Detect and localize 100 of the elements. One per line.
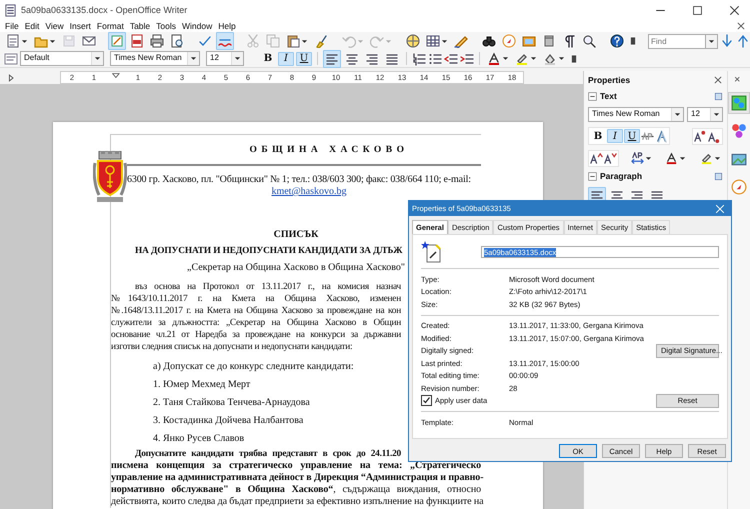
find-previous-icon[interactable] xyxy=(736,34,750,48)
save-icon xyxy=(62,34,76,48)
list-heading: а) Допускат се до конкурс следните кандидати: xyxy=(153,360,354,374)
bullet-list-icon[interactable] xyxy=(428,52,442,66)
caret-icon xyxy=(714,156,721,161)
styles-icon[interactable] xyxy=(4,52,18,66)
gallery-icon xyxy=(522,34,536,48)
shrink-font-icon[interactable] xyxy=(604,152,617,165)
caret-icon xyxy=(301,38,308,44)
edit-mode-button[interactable] xyxy=(108,32,126,50)
properties-icon xyxy=(731,95,747,111)
font-name-dropdown[interactable]: Times New Roman xyxy=(588,107,684,122)
section-title[interactable]: Text xyxy=(600,91,617,101)
menu-item[interactable]: Window xyxy=(179,21,216,31)
toolbar-grip-icon[interactable] xyxy=(628,36,638,46)
strikethrough-icon[interactable] xyxy=(641,130,654,142)
cut-icon xyxy=(246,34,260,48)
align-left-icon xyxy=(325,52,339,66)
auto-spellcheck-button[interactable] xyxy=(216,32,234,50)
styles-icon xyxy=(731,123,747,139)
text-style-button[interactable]: B xyxy=(590,129,606,143)
list-item: 2. Таня Стайкова Тенчева-Арнаудова xyxy=(153,396,310,410)
align-right-icon xyxy=(365,52,379,66)
globe-button[interactable] xyxy=(404,32,422,50)
list-item: 3. Костадинка Дойчева Налбантова xyxy=(153,414,304,428)
globe-icon xyxy=(406,34,420,48)
text-style-button[interactable]: I xyxy=(607,129,623,143)
caret-icon xyxy=(674,112,681,117)
grow-font-icon[interactable] xyxy=(590,152,603,165)
maximize-icon[interactable] xyxy=(692,4,703,16)
text-style-button[interactable]: I xyxy=(278,52,294,66)
caret-icon xyxy=(385,38,392,44)
increase-indent-icon[interactable] xyxy=(460,52,474,66)
caret-icon xyxy=(502,56,509,61)
checkbox[interactable] xyxy=(421,395,432,406)
more-options-icon[interactable] xyxy=(714,92,723,100)
redo-icon xyxy=(370,34,384,48)
list-item: 4. Янко Русев Славов xyxy=(153,432,244,446)
heading: СПИСЪК xyxy=(274,229,318,240)
decrease-indent-icon[interactable] xyxy=(444,52,458,66)
menu-item[interactable]: Insert xyxy=(66,21,94,31)
find-replace-icon xyxy=(482,34,496,48)
database-icon xyxy=(542,34,556,48)
gallery-icon xyxy=(731,151,747,167)
draw-icon xyxy=(454,34,468,48)
caret-icon xyxy=(530,56,537,61)
print-button[interactable] xyxy=(148,32,166,50)
numbered-list-icon[interactable] xyxy=(412,52,426,66)
menu-item[interactable]: Tools xyxy=(153,21,179,31)
caret-icon xyxy=(713,112,720,117)
shadow-icon[interactable] xyxy=(655,130,668,142)
document-icon xyxy=(421,241,443,263)
text-style-button[interactable]: U xyxy=(296,52,312,66)
menu-item[interactable]: View xyxy=(42,21,67,31)
properties-tab[interactable] xyxy=(728,92,750,114)
caret-icon xyxy=(190,56,197,61)
superscript-icon[interactable] xyxy=(694,130,707,142)
menu-item[interactable]: Edit xyxy=(22,21,42,31)
text-style-button[interactable]: B xyxy=(260,52,276,66)
undo-icon xyxy=(342,34,356,48)
close-document-icon[interactable] xyxy=(736,21,746,31)
font-size-dropdown[interactable]: 12 xyxy=(687,107,723,122)
text-style-button[interactable]: U xyxy=(624,129,640,143)
caret-icon xyxy=(558,56,565,61)
align-center-icon xyxy=(345,52,359,66)
collapse-icon xyxy=(588,92,597,100)
email-link[interactable]: kmet@haskovo.bg xyxy=(271,186,347,197)
collapse-button[interactable] xyxy=(588,92,597,100)
character-spacing-button[interactable] xyxy=(628,150,654,167)
close-icon[interactable] xyxy=(713,75,723,85)
find-dropdown-button[interactable] xyxy=(706,34,718,48)
heading: ОБЩИНА ХАСКОВО xyxy=(248,145,410,155)
menu-item[interactable]: Table xyxy=(126,21,154,31)
font-size-dropdown[interactable]: 12 xyxy=(206,51,244,66)
find-field[interactable]: Find xyxy=(648,34,706,48)
heading: НА ДОПУСНАТИ И НЕДОПУСНАТИ КАНДИДАТИ ЗА ДЛЪЖ xyxy=(135,246,402,256)
justify-icon xyxy=(385,52,399,66)
menu-item[interactable]: Help xyxy=(215,21,239,31)
spellcheck-icon xyxy=(198,34,212,48)
paragraph: Допуснатите кандидати трябва представят в срок до 24.11.20 писмена концепция за стратегическо управление на тема: „Стратегическо управление на административната дейност в Дирекция “Администрация и правно- нормативно обслужване" в Община Хасково“, съдържаща виждания, относно действията, които следва да бъдат предприети за ефективно изпълнение на функциите на xyxy=(111,448,481,508)
collapse-icon xyxy=(588,172,597,180)
window-title: 5a09ba0633135.docx - OpenOffice Writer xyxy=(21,5,188,15)
menu-item[interactable]: File xyxy=(2,21,22,31)
toolbar-grip-icon[interactable] xyxy=(569,54,579,64)
copy-icon xyxy=(266,34,280,48)
more-options-icon[interactable] xyxy=(714,172,723,180)
edit-mode-icon xyxy=(110,34,124,48)
help-button[interactable] xyxy=(608,32,626,50)
list-item: 1. Юмер Мехмед Мерт xyxy=(153,378,250,392)
collapse-button[interactable] xyxy=(588,172,597,180)
find-next-icon[interactable] xyxy=(720,34,734,48)
menu-item[interactable]: Format xyxy=(94,21,127,31)
caret-icon xyxy=(644,156,652,161)
close-icon[interactable] xyxy=(729,4,740,16)
align-button[interactable] xyxy=(323,50,341,68)
highlighter-icon xyxy=(700,152,713,165)
section-title[interactable]: Paragraph xyxy=(600,171,642,181)
paragraph-style-dropdown[interactable]: Default xyxy=(20,51,104,66)
font-name-dropdown[interactable]: Times New Roman xyxy=(110,51,200,66)
subscript-icon[interactable] xyxy=(708,130,721,142)
